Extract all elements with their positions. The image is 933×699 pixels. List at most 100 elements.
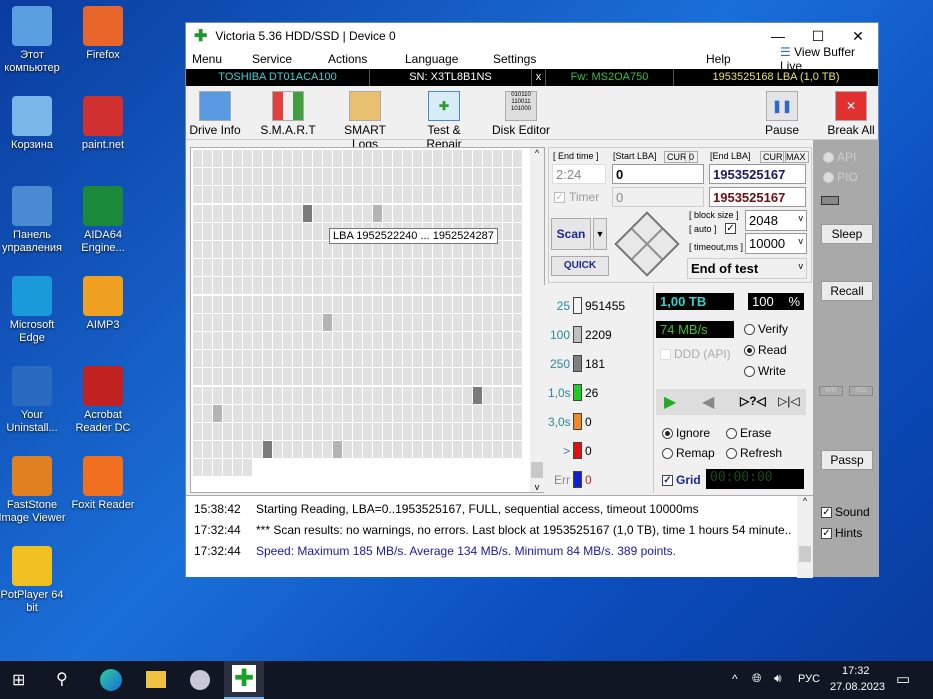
desktop-icon[interactable]: Корзина xyxy=(0,96,67,152)
desktop-icon[interactable]: Firefox xyxy=(68,6,138,62)
block-cell[interactable] xyxy=(433,259,442,277)
end-lba-input[interactable]: 1953525167 xyxy=(709,164,806,184)
block-cell[interactable] xyxy=(403,204,412,222)
block-cell[interactable] xyxy=(293,168,302,186)
block-cell[interactable] xyxy=(373,404,382,422)
block-cell[interactable] xyxy=(463,150,472,167)
block-cell[interactable] xyxy=(263,222,272,240)
clock-time[interactable]: 17:32 xyxy=(842,665,870,677)
block-cell[interactable] xyxy=(513,404,522,422)
block-cell[interactable] xyxy=(313,277,322,295)
block-cell[interactable] xyxy=(503,332,512,349)
block-cell[interactable] xyxy=(363,295,372,313)
block-cell[interactable] xyxy=(473,204,482,222)
block-cell[interactable] xyxy=(343,204,352,222)
block-cell[interactable] xyxy=(393,186,402,204)
block-cell[interactable] xyxy=(493,150,502,167)
end-max-button[interactable]: MAX xyxy=(783,151,809,163)
block-cell[interactable] xyxy=(273,259,282,277)
block-cell[interactable] xyxy=(303,386,312,404)
block-cell[interactable] xyxy=(193,295,202,313)
block-cell[interactable] xyxy=(313,441,322,459)
menu-actions[interactable]: Actions xyxy=(328,52,367,66)
block-cell[interactable] xyxy=(253,350,262,368)
block-cell[interactable] xyxy=(373,186,382,204)
start-windows-icon[interactable]: ⊞ xyxy=(12,670,25,690)
timer-checkbox[interactable]: ✓ Timer xyxy=(554,190,599,204)
block-cell[interactable] xyxy=(513,423,522,440)
block-cell[interactable] xyxy=(213,386,222,404)
block-cell[interactable] xyxy=(213,277,222,295)
menu-service[interactable]: Service xyxy=(252,52,292,66)
reverse-icon[interactable]: ◀ xyxy=(702,392,714,412)
block-cell[interactable] xyxy=(413,368,422,386)
block-cell[interactable] xyxy=(373,386,382,404)
block-cell[interactable] xyxy=(453,295,462,313)
test-repair-button[interactable]: ✚ Test & Repair xyxy=(408,88,480,151)
block-cell[interactable] xyxy=(463,168,472,186)
ddd-api-checkbox[interactable]: DDD (API) xyxy=(660,347,731,361)
ignore-radio[interactable]: Ignore xyxy=(662,426,710,440)
block-cell[interactable] xyxy=(403,368,412,386)
search-icon[interactable]: ⚲ xyxy=(56,669,68,689)
block-cell[interactable] xyxy=(513,368,522,386)
block-cell[interactable] xyxy=(213,222,222,240)
end-action-select[interactable]: End of test v xyxy=(687,258,807,279)
block-cell[interactable] xyxy=(263,204,272,222)
block-cell[interactable] xyxy=(223,423,232,440)
block-cell[interactable] xyxy=(333,368,342,386)
block-cell[interactable] xyxy=(303,222,312,240)
block-cell[interactable] xyxy=(203,277,212,295)
block-cell[interactable] xyxy=(383,150,392,167)
block-cell[interactable] xyxy=(333,204,342,222)
block-cell[interactable] xyxy=(213,313,222,331)
block-cell[interactable] xyxy=(203,222,212,240)
block-cell[interactable] xyxy=(453,313,462,331)
language-indicator[interactable]: РУС xyxy=(798,673,820,685)
block-cell[interactable] xyxy=(193,277,202,295)
block-cell[interactable] xyxy=(513,168,522,186)
block-cell[interactable] xyxy=(313,332,322,349)
block-cell[interactable] xyxy=(243,313,252,331)
block-cell[interactable] xyxy=(443,423,452,440)
block-cell[interactable] xyxy=(423,295,432,313)
desktop-icon[interactable]: Your Uninstall... xyxy=(0,366,67,435)
block-cell[interactable] xyxy=(493,441,502,459)
block-cell[interactable] xyxy=(413,186,422,204)
block-cell[interactable] xyxy=(493,332,502,349)
block-cell[interactable] xyxy=(433,168,442,186)
block-cell[interactable] xyxy=(303,150,312,167)
block-cell[interactable] xyxy=(483,277,492,295)
block-cell[interactable] xyxy=(463,259,472,277)
block-cell[interactable] xyxy=(453,259,462,277)
desktop-icon[interactable]: Foxit Reader xyxy=(68,456,138,512)
block-cell[interactable] xyxy=(403,332,412,349)
block-cell[interactable] xyxy=(223,277,232,295)
start-zero-button[interactable]: 0 xyxy=(685,151,699,163)
block-cell[interactable] xyxy=(283,222,292,240)
block-cell[interactable] xyxy=(203,186,212,204)
block-cell[interactable] xyxy=(203,241,212,258)
block-cell[interactable] xyxy=(213,295,222,313)
block-cell[interactable] xyxy=(383,386,392,404)
block-cell[interactable] xyxy=(373,368,382,386)
block-cell[interactable] xyxy=(513,332,522,349)
block-cell[interactable] xyxy=(483,186,492,204)
block-cell[interactable] xyxy=(233,241,242,258)
scan-dropdown-button[interactable]: ▼ xyxy=(593,218,607,250)
butterfly-icon[interactable]: ▷|◁ xyxy=(778,394,800,408)
block-cell[interactable] xyxy=(373,350,382,368)
block-cell[interactable] xyxy=(243,186,252,204)
block-cell[interactable] xyxy=(193,222,202,240)
block-cell[interactable] xyxy=(233,150,242,167)
block-cell[interactable] xyxy=(453,150,462,167)
block-cell[interactable] xyxy=(303,186,312,204)
block-cell[interactable] xyxy=(513,313,522,331)
block-cell[interactable] xyxy=(273,222,282,240)
block-cell[interactable] xyxy=(403,277,412,295)
block-cell[interactable] xyxy=(193,386,202,404)
block-cell[interactable] xyxy=(223,441,232,459)
block-cell[interactable] xyxy=(373,332,382,349)
block-size-select[interactable]: 2048 v xyxy=(745,210,807,231)
block-cell[interactable] xyxy=(433,332,442,349)
